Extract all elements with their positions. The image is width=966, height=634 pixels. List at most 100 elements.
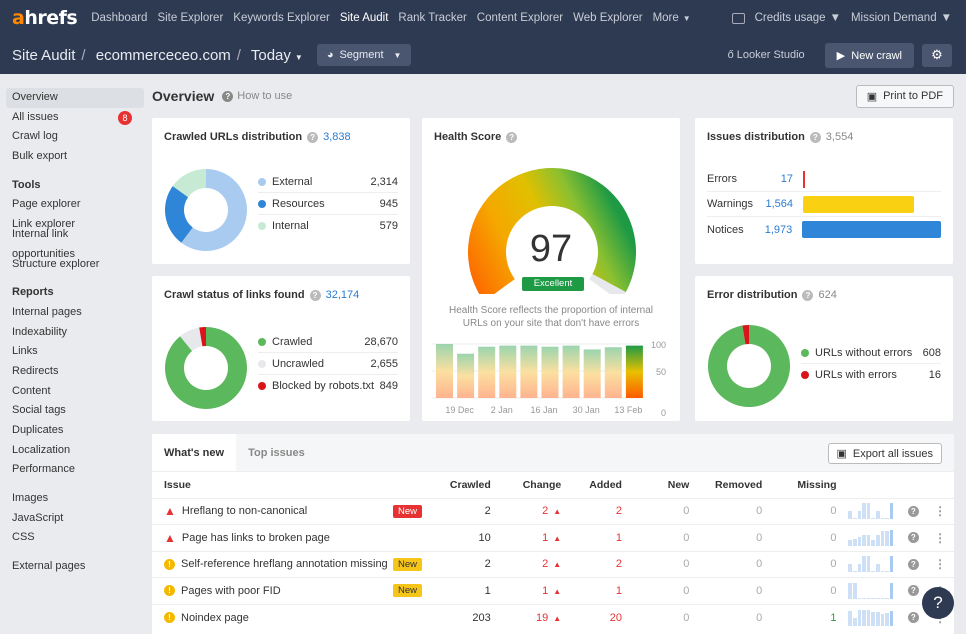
added-cell[interactable]: 20 (567, 603, 628, 631)
table-row[interactable]: !Pages with poor FIDNew11▲1000?⋮ (152, 577, 954, 604)
issue-type-count[interactable]: 1,564 (759, 198, 793, 210)
added-cell[interactable]: 1 (567, 577, 628, 604)
trend-sparkline[interactable] (848, 582, 894, 599)
crawled-cell[interactable]: 2 (428, 550, 497, 578)
trend-sparkline[interactable] (848, 503, 894, 520)
sidebar-item-links[interactable]: Links (6, 342, 144, 362)
more-vertical-icon[interactable]: ⋮ (934, 531, 946, 545)
nav-rank-tracker[interactable]: Rank Tracker (398, 12, 466, 24)
settings-button[interactable]: ⚙ (922, 43, 952, 67)
issue-name-link[interactable]: Pages with poor FID (181, 585, 281, 597)
added-cell[interactable]: 2 (567, 497, 628, 525)
sidebar-item-indexability[interactable]: Indexability (6, 323, 144, 343)
column-header-added[interactable]: Added (567, 472, 628, 498)
breadcrumb-date-dropdown[interactable]: Today ▼ (251, 47, 303, 64)
sidebar-item-images[interactable]: Images (6, 489, 144, 509)
trend-sparkline[interactable] (848, 556, 894, 573)
sidebar-item-performance[interactable]: Performance (6, 460, 144, 480)
looker-studio-link[interactable]: ő Looker Studio (728, 49, 805, 61)
nav-keywords-explorer[interactable]: Keywords Explorer (233, 12, 330, 24)
segment-button[interactable]: ◕ Segment ▼ (316, 44, 412, 66)
table-row[interactable]: ▲ Page has links to broken page 10 1 ▲ 1 0 0 0? ⋮ (152, 524, 954, 551)
sidebar-item-page-explorer[interactable]: Page explorer (6, 195, 144, 215)
table-row[interactable]: ! Self-reference hreflang annotation miss… (152, 550, 954, 578)
health-history-bar[interactable] (604, 347, 622, 398)
nav-site-audit[interactable]: Site Audit (340, 12, 389, 24)
table-row[interactable]: ▲ Hreflang to non-canonical New 2 2 ▲ 2 0 0 0? ⋮ (152, 497, 954, 525)
new-crawl-button[interactable]: ▶ New crawl (824, 42, 914, 68)
crawled-cell[interactable]: 2 (428, 497, 497, 525)
total-link[interactable]: 3,838 (323, 131, 351, 143)
nav-site-explorer[interactable]: Site Explorer (157, 12, 223, 24)
help-icon[interactable]: ? (307, 131, 319, 143)
help-chat-button[interactable]: ? (922, 587, 954, 619)
credits-usage-menu[interactable]: Credits usage ▼ (755, 12, 841, 24)
crawled-cell[interactable]: 203 (428, 603, 497, 631)
sidebar-item-internal-pages[interactable]: Internal pages (6, 303, 144, 323)
sidebar-item-crawl-log[interactable]: Crawl log (6, 127, 144, 147)
more-vertical-icon[interactable]: ⋮ (934, 557, 946, 571)
legend-item[interactable]: URLs with errors 16 (801, 364, 941, 386)
health-history-bar[interactable] (457, 353, 475, 398)
health-history-bar[interactable] (478, 346, 496, 398)
sidebar-item-external-pages[interactable]: External pages (6, 557, 144, 577)
nav-web-explorer[interactable]: Web Explorer (573, 12, 642, 24)
crawled-cell[interactable]: 1 (428, 577, 497, 604)
nav-more[interactable]: More ▼ (653, 12, 691, 24)
issue-type-count[interactable]: 17 (759, 173, 793, 185)
help-icon[interactable]: ? (907, 505, 919, 517)
column-header-removed[interactable]: Removed (695, 472, 768, 498)
issue-type-row[interactable]: Errors 17 (707, 167, 941, 192)
column-header-change[interactable]: Change (497, 472, 567, 498)
legend-item[interactable]: Uncrawled 2,655 (258, 353, 398, 375)
health-history-bar[interactable] (541, 346, 559, 398)
health-history-bar[interactable] (562, 345, 580, 398)
health-history-bar[interactable] (499, 345, 517, 398)
added-cell[interactable]: 1 (567, 524, 628, 551)
help-icon[interactable]: ? (907, 612, 919, 624)
breadcrumb-site-audit[interactable]: Site Audit (12, 47, 75, 64)
column-header-new[interactable]: New (628, 472, 695, 498)
more-vertical-icon[interactable]: ⋮ (934, 504, 946, 518)
export-all-issues-button[interactable]: ▣ Export all issues (827, 443, 942, 464)
legend-item[interactable]: Crawled 28,670 (258, 331, 398, 353)
print-to-pdf-button[interactable]: ▣ Print to PDF (855, 84, 954, 108)
legend-item[interactable]: Resources 945 (258, 193, 398, 215)
help-icon[interactable]: ? (809, 131, 821, 143)
tab-top-issues[interactable]: Top issues (236, 434, 317, 471)
sidebar-item-all-issues[interactable]: All issues 8 (6, 108, 144, 128)
issue-name-link[interactable]: Page has links to broken page (182, 532, 330, 544)
sidebar-item-javascript[interactable]: JavaScript (6, 509, 144, 529)
sidebar-item-redirects[interactable]: Redirects (6, 362, 144, 382)
legend-item[interactable]: URLs without errors 608 (801, 342, 941, 364)
health-history-bar[interactable] (583, 349, 601, 398)
total-link[interactable]: 32,174 (326, 289, 360, 301)
sidebar-item-localization[interactable]: Localization (6, 441, 144, 461)
health-history-bar[interactable] (625, 345, 643, 398)
issue-type-row[interactable]: Notices 1,973 (707, 217, 942, 242)
trend-sparkline[interactable] (848, 529, 894, 546)
issue-type-count[interactable]: 1,973 (759, 224, 793, 236)
sidebar-item-bulk-export[interactable]: Bulk export (6, 147, 144, 167)
help-icon[interactable]: ? (907, 585, 919, 597)
legend-item[interactable]: External 2,314 (258, 171, 398, 193)
legend-item[interactable]: Blocked by robots.txt 849 (258, 375, 398, 397)
sidebar-item-internal-link-opportunities[interactable]: Internal link opportunities (6, 228, 144, 260)
column-header-issue[interactable]: Issue (152, 472, 428, 498)
crawled-cell[interactable]: 10 (428, 524, 497, 551)
sidebar-item-content[interactable]: Content (6, 382, 144, 402)
breadcrumb-project[interactable]: ecommerceceo.com (96, 47, 231, 64)
sidebar-item-duplicates[interactable]: Duplicates (6, 421, 144, 441)
issue-name-link[interactable]: Noindex page (181, 612, 249, 624)
help-icon[interactable]: ? (907, 532, 919, 544)
help-icon[interactable]: ? (506, 131, 518, 143)
issue-name-link[interactable]: Hreflang to non-canonical (182, 505, 307, 517)
help-icon[interactable]: ? (802, 289, 814, 301)
help-icon[interactable]: ? (907, 558, 919, 570)
health-history-bar[interactable] (436, 344, 453, 398)
monitor-icon[interactable] (731, 12, 745, 24)
ahrefs-logo[interactable]: ahrefs (12, 7, 78, 29)
column-header-missing[interactable]: Missing (768, 472, 842, 498)
help-icon[interactable]: ? (309, 289, 321, 301)
added-cell[interactable]: 2 (567, 550, 628, 578)
